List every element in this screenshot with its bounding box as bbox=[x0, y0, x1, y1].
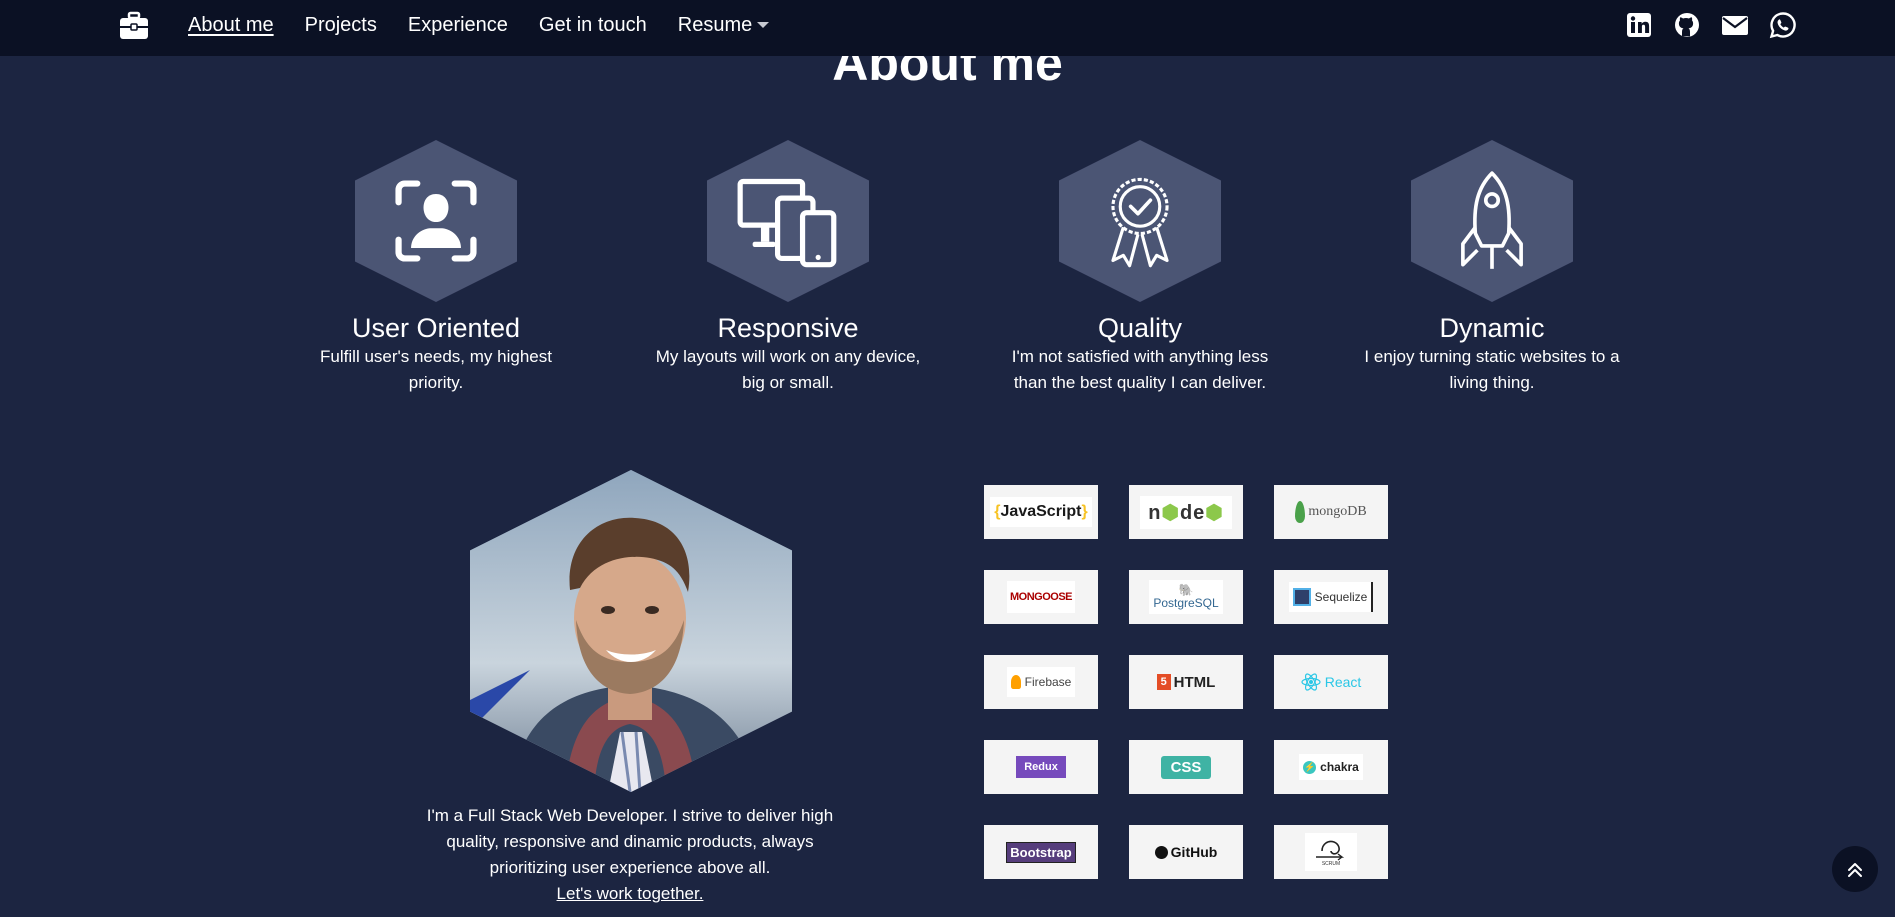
feature-desc: My layouts will work on any device, big … bbox=[655, 347, 921, 392]
tech-stack-grid: {JavaScript} n⬢de⬢ mongoDB MONGOOSE 🐘 Pos… bbox=[984, 485, 1388, 879]
feature-hexagon bbox=[355, 140, 517, 302]
tech-logo-react: React bbox=[1274, 655, 1388, 709]
feature-title: Dynamic bbox=[1439, 313, 1545, 343]
html5-shield-icon: 5 bbox=[1156, 674, 1171, 690]
tech-logo-mongodb: mongoDB bbox=[1274, 485, 1388, 539]
mongodb-label: mongoDB bbox=[1308, 504, 1367, 519]
nav-projects[interactable]: Projects bbox=[305, 14, 377, 37]
feature-hexagon bbox=[707, 140, 869, 302]
nav-get-in-touch[interactable]: Get in touch bbox=[539, 14, 647, 37]
tech-logo-redux: Redux bbox=[984, 740, 1098, 794]
react-atom-icon bbox=[1301, 673, 1321, 691]
nav-experience[interactable]: Experience bbox=[408, 14, 508, 37]
mongodb-leaf-icon bbox=[1295, 501, 1306, 523]
chakra-label: chakra bbox=[1320, 760, 1359, 774]
feature-dynamic: Dynamic I enjoy turning static websites … bbox=[1337, 140, 1647, 396]
node-label-part: n bbox=[1148, 501, 1162, 524]
postgresql-label: PostgreSQL bbox=[1153, 596, 1219, 610]
feature-title: Quality bbox=[1097, 313, 1183, 343]
bootstrap-label: Bootstrap bbox=[1006, 841, 1076, 863]
firebase-flame-icon bbox=[1010, 675, 1021, 689]
nav-resume-label: Resume bbox=[677, 13, 753, 36]
caret-down-icon bbox=[757, 22, 770, 29]
linkedin-icon[interactable] bbox=[1625, 11, 1653, 39]
github-icon[interactable] bbox=[1673, 11, 1701, 39]
github-label: GitHub bbox=[1170, 844, 1218, 860]
tech-logo-chakra: ⚡ chakra bbox=[1274, 740, 1388, 794]
react-label: React bbox=[1324, 674, 1362, 690]
firebase-label: Firebase bbox=[1024, 675, 1072, 689]
tech-logo-css: CSS bbox=[1129, 740, 1243, 794]
scroll-to-top-button[interactable] bbox=[1832, 846, 1878, 892]
feature-responsive: Responsive My layouts will work on any d… bbox=[633, 140, 943, 396]
feature-desc: I enjoy turning static websites to a liv… bbox=[1364, 347, 1620, 392]
briefcase-icon[interactable] bbox=[118, 10, 150, 42]
node-hexagon-icon: ⬢ bbox=[1205, 501, 1224, 524]
nav-links: About me Projects Experience Get in touc… bbox=[188, 0, 800, 50]
feature-user-oriented: User Oriented Fulfill user's needs, my h… bbox=[281, 140, 591, 396]
navbar: About me Projects Experience Get in touc… bbox=[0, 0, 1895, 56]
sequelize-label: Sequelize bbox=[1314, 590, 1368, 604]
tech-logo-scrum: SCRUM bbox=[1274, 825, 1388, 879]
tech-logo-github: GitHub bbox=[1129, 825, 1243, 879]
social-links bbox=[1625, 11, 1797, 39]
scrum-cycle-icon bbox=[1316, 840, 1345, 861]
feature-quality: Quality I'm not satisfied with anything … bbox=[985, 140, 1295, 396]
html-label: HTML bbox=[1173, 673, 1216, 691]
tech-logo-postgresql: 🐘 PostgreSQL bbox=[1129, 570, 1243, 624]
tech-logo-node: n⬢de⬢ bbox=[1129, 485, 1243, 539]
whatsapp-icon[interactable] bbox=[1769, 11, 1797, 39]
feature-hexagon bbox=[1411, 140, 1573, 302]
feature-hexagon bbox=[1059, 140, 1221, 302]
feature-title: User Oriented bbox=[351, 313, 521, 343]
user-focus-icon bbox=[395, 180, 477, 262]
css-label: CSS bbox=[1160, 755, 1212, 779]
redux-label: Redux bbox=[1016, 756, 1066, 778]
tech-logo-bootstrap: Bootstrap bbox=[984, 825, 1098, 879]
tech-logo-html: 5 HTML bbox=[1129, 655, 1243, 709]
node-label-part: de bbox=[1179, 501, 1206, 524]
award-icon bbox=[1111, 177, 1169, 268]
js-brace-close: } bbox=[1081, 503, 1088, 520]
tech-logo-javascript: {JavaScript} bbox=[984, 485, 1098, 539]
work-together-link[interactable]: Let's work together. bbox=[418, 881, 842, 907]
tech-logo-mongoose: MONGOOSE bbox=[984, 570, 1098, 624]
profile-photo bbox=[470, 470, 792, 792]
mongoose-label: MONGOOSE bbox=[1006, 581, 1075, 613]
node-hexagon-icon: ⬢ bbox=[1161, 501, 1180, 524]
feature-title: Responsive bbox=[717, 313, 859, 343]
scrum-caption: SCRUM bbox=[1321, 861, 1341, 867]
nav-resume-dropdown[interactable]: Resume bbox=[677, 13, 770, 37]
postgresql-elephant-icon: 🐘 bbox=[1178, 583, 1194, 597]
feature-desc: I'm not satisfied with anything less tha… bbox=[1011, 347, 1269, 392]
devices-icon bbox=[737, 178, 837, 268]
email-icon[interactable] bbox=[1721, 11, 1749, 39]
bio-text: I'm a Full Stack Web Developer. I strive… bbox=[426, 806, 834, 877]
github-mark-icon bbox=[1154, 845, 1168, 859]
double-chevron-up-icon bbox=[1848, 863, 1862, 877]
bio: I'm a Full Stack Web Developer. I strive… bbox=[418, 803, 842, 907]
tech-logo-sequelize: Sequelize bbox=[1274, 570, 1388, 624]
rocket-icon bbox=[1461, 171, 1523, 269]
javascript-label: JavaScript bbox=[1000, 503, 1082, 520]
tech-logo-firebase: Firebase bbox=[984, 655, 1098, 709]
nav-about-me[interactable]: About me bbox=[188, 14, 274, 37]
feature-desc: Fulfill user's needs, my highest priorit… bbox=[320, 347, 552, 392]
chakra-bolt-icon: ⚡ bbox=[1303, 760, 1317, 774]
sequelize-cube-icon bbox=[1292, 588, 1311, 606]
